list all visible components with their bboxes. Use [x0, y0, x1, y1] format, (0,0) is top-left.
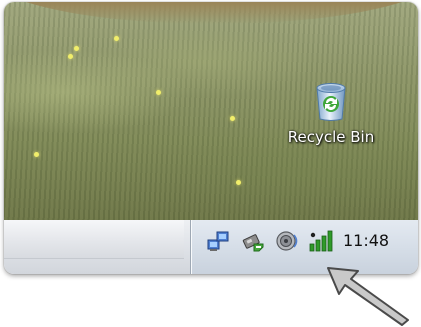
screen: Recycle Bin 11:48 [4, 2, 418, 274]
pointer-arrow-icon [327, 267, 409, 326]
desktop-icon-recycle-bin[interactable]: Recycle Bin [276, 78, 386, 170]
wallpaper-flower [114, 36, 119, 41]
desktop-wallpaper: Recycle Bin [4, 2, 418, 220]
desktop-icon-label: Recycle Bin [287, 128, 375, 146]
wallpaper-flower [74, 46, 79, 51]
wallpaper-flower [236, 180, 241, 185]
wallpaper-horizon [4, 2, 418, 24]
taskbar-button-area[interactable] [4, 220, 184, 259]
wallpaper-flower [230, 116, 235, 121]
wallpaper-flower [34, 152, 39, 157]
wallpaper-flower [68, 54, 73, 59]
volume-icon[interactable] [275, 229, 299, 253]
signal-strength-icon[interactable] [309, 229, 333, 253]
safely-remove-hardware-icon[interactable] [241, 229, 265, 253]
recycle-bin-icon [316, 83, 346, 121]
wallpaper-flower [156, 90, 161, 95]
system-clock[interactable]: 11:48 [343, 229, 403, 253]
network-connection-icon[interactable] [207, 229, 231, 253]
